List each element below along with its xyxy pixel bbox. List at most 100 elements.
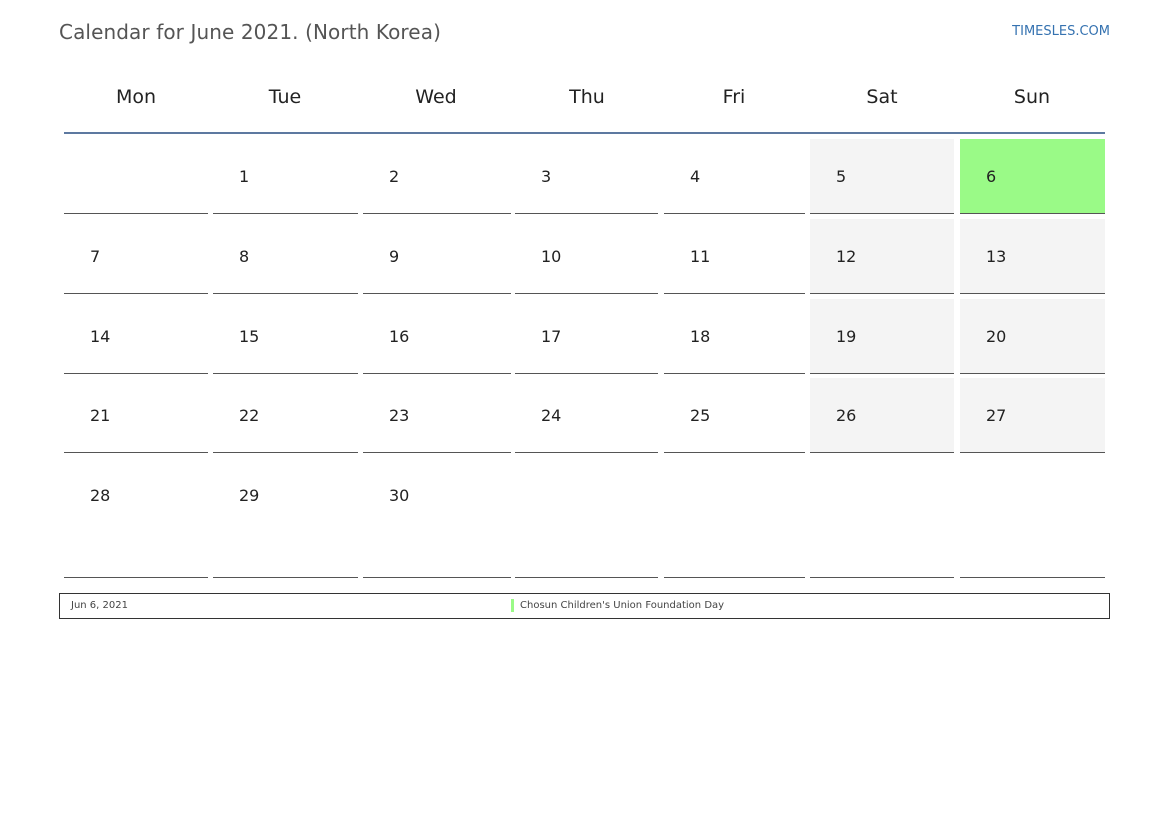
day-cell-1[interactable]: 1: [213, 139, 358, 214]
day-cell-background: [664, 458, 805, 577]
day-number: 8: [239, 247, 250, 266]
day-number: 15: [239, 327, 260, 346]
day-cell-3[interactable]: 3: [515, 139, 658, 214]
day-cell-background: [960, 139, 1105, 213]
day-cell-30[interactable]: 30: [363, 458, 511, 578]
day-cell-15[interactable]: 15: [213, 299, 358, 374]
day-cell-12[interactable]: 12: [810, 219, 954, 294]
day-number: 1: [239, 167, 250, 186]
legend-date: Jun 6, 2021: [71, 600, 128, 611]
day-cell-divider: [515, 577, 658, 578]
day-cell-16[interactable]: 16: [363, 299, 511, 374]
day-cell-18[interactable]: 18: [664, 299, 805, 374]
day-cell-5[interactable]: 5: [810, 139, 954, 214]
day-cell-23[interactable]: 23: [363, 378, 511, 453]
day-number: 21: [90, 406, 111, 425]
day-number: 7: [90, 247, 101, 266]
day-cell-25[interactable]: 25: [664, 378, 805, 453]
day-cell-divider: [664, 577, 805, 578]
day-cell-20[interactable]: 20: [960, 299, 1105, 374]
day-number: 30: [389, 486, 410, 505]
day-cell-divider: [960, 577, 1105, 578]
day-cell-14[interactable]: 14: [64, 299, 208, 374]
page-title: Calendar for June 2021. (North Korea): [59, 20, 441, 44]
day-cell-divider: [810, 293, 954, 294]
day-cell-divider: [213, 213, 358, 214]
day-number: 29: [239, 486, 260, 505]
day-cell-background: [64, 219, 208, 293]
day-cell-13[interactable]: 13: [960, 219, 1105, 294]
day-cell-divider: [810, 213, 954, 214]
weekday-sun: Sun: [1013, 86, 1051, 108]
day-cell-divider: [363, 373, 511, 374]
day-number: 20: [986, 327, 1007, 346]
day-cell-divider: [64, 213, 208, 214]
day-cell-background: [810, 378, 954, 452]
day-cell-background: [64, 299, 208, 373]
day-cell-divider: [363, 577, 511, 578]
day-cell-background: [664, 139, 805, 213]
day-cell-background: [363, 139, 511, 213]
day-cell-27[interactable]: 27: [960, 378, 1105, 453]
day-cell-background: [363, 458, 511, 577]
empty-day-cell: [64, 139, 208, 214]
day-cell-divider: [664, 213, 805, 214]
day-cell-background: [515, 219, 658, 293]
day-cell-24[interactable]: 24: [515, 378, 658, 453]
day-cell-21[interactable]: 21: [64, 378, 208, 453]
day-number: 11: [690, 247, 711, 266]
day-number: 16: [389, 327, 410, 346]
day-cell-divider: [64, 373, 208, 374]
legend-color-marker: [511, 599, 514, 612]
day-cell-19[interactable]: 19: [810, 299, 954, 374]
day-cell-9[interactable]: 9: [363, 219, 511, 294]
day-number: 6: [986, 167, 997, 186]
day-cell-background: [515, 458, 658, 577]
empty-day-cell: [960, 458, 1105, 578]
day-cell-divider: [664, 293, 805, 294]
day-cell-background: [64, 139, 208, 213]
day-cell-6[interactable]: 6: [960, 139, 1105, 214]
day-cell-divider: [960, 452, 1105, 453]
day-cell-7[interactable]: 7: [64, 219, 208, 294]
day-number: 12: [836, 247, 857, 266]
weekday-sat: Sat: [866, 86, 898, 108]
day-cell-11[interactable]: 11: [664, 219, 805, 294]
day-cell-background: [664, 299, 805, 373]
day-number: 26: [836, 406, 857, 425]
day-number: 22: [239, 406, 260, 425]
day-number: 25: [690, 406, 711, 425]
day-cell-divider: [664, 373, 805, 374]
day-cell-divider: [213, 452, 358, 453]
day-cell-divider: [810, 373, 954, 374]
day-cell-17[interactable]: 17: [515, 299, 658, 374]
day-number: 5: [836, 167, 847, 186]
day-cell-background: [213, 139, 358, 213]
day-number: 10: [541, 247, 562, 266]
day-cell-divider: [515, 452, 658, 453]
day-cell-10[interactable]: 10: [515, 219, 658, 294]
calendar-grid: Mon Tue Wed Thu Fri Sat Sun 1 2 3 4 5 6 7 8 9 10 11 12 13 1…: [64, 70, 1105, 578]
day-number: 23: [389, 406, 410, 425]
site-link[interactable]: TIMESLES.COM: [1012, 24, 1110, 39]
day-cell-divider: [64, 577, 208, 578]
day-number: 24: [541, 406, 562, 425]
day-cell-background: [515, 378, 658, 452]
day-cell-29[interactable]: 29: [213, 458, 358, 578]
day-cell-28[interactable]: 28: [64, 458, 208, 578]
day-cell-divider: [810, 577, 954, 578]
day-cell-divider: [64, 452, 208, 453]
day-number: 3: [541, 167, 552, 186]
day-cell-background: [363, 378, 511, 452]
day-cell-2[interactable]: 2: [363, 139, 511, 214]
day-cell-26[interactable]: 26: [810, 378, 954, 453]
day-cell-8[interactable]: 8: [213, 219, 358, 294]
day-cell-4[interactable]: 4: [664, 139, 805, 214]
day-cell-divider: [960, 293, 1105, 294]
day-cell-background: [363, 219, 511, 293]
day-cell-divider: [64, 293, 208, 294]
day-cell-divider: [213, 577, 358, 578]
weekday-header: Mon Tue Wed Thu Fri Sat Sun: [64, 70, 1105, 134]
day-number: 14: [90, 327, 111, 346]
day-cell-22[interactable]: 22: [213, 378, 358, 453]
